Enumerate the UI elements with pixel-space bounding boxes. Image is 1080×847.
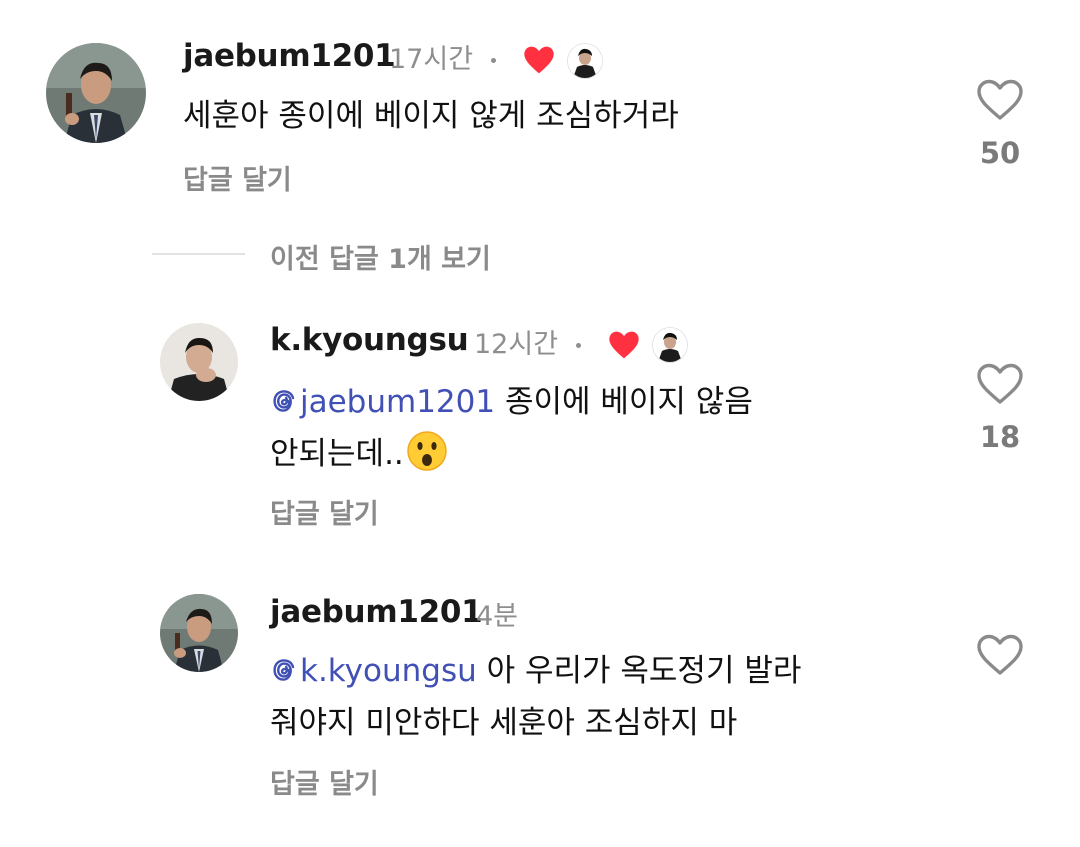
creator-avatar (652, 327, 688, 363)
like-count: 18 (979, 420, 1021, 454)
thread-divider (152, 253, 245, 255)
reply-text-line-2: 줘야지 미안하다 세훈아 조심하지 마 (270, 697, 737, 749)
avatar[interactable] (160, 323, 238, 401)
reply-username[interactable]: k.kyoungsu (270, 322, 469, 358)
reply-text: 줘야지 미안하다 세훈아 조심하지 마 (270, 705, 738, 741)
reply-timestamp: 4분 (476, 601, 519, 632)
creator-liked-heart-icon (609, 331, 639, 359)
reply-button[interactable]: 답글 달기 (270, 492, 379, 531)
reply-button[interactable]: 답글 달기 (270, 762, 379, 801)
mention-link[interactable]: jaebum1201 (270, 384, 495, 420)
reply-username[interactable]: jaebum1201 (270, 594, 483, 630)
comment-username[interactable]: jaebum1201 (183, 38, 396, 74)
comment-timestamp: 17시간 (389, 44, 474, 75)
reply-text: 종이에 베이지 않음 (504, 384, 753, 420)
mention-username: k.kyoungsu (300, 653, 477, 689)
like-count: 50 (979, 136, 1021, 170)
comment-text: 세훈아 종이에 베이지 않게 조심하거라 (183, 98, 679, 134)
separator-dot (491, 58, 496, 63)
reply-text-line-2: 안되는데.. (270, 428, 448, 480)
hushed-face-emoji-icon (407, 431, 447, 471)
mention-username: jaebum1201 (300, 384, 496, 420)
reply-text-line-1: k.kyoungsu 아 우리가 옥도정기 발라 (270, 645, 801, 697)
reply-text: 아 우리가 옥도정기 발라 (486, 653, 802, 689)
like-heart-icon[interactable] (976, 78, 1024, 122)
avatar[interactable] (160, 594, 238, 672)
creator-liked-heart-icon (524, 46, 554, 74)
view-previous-replies-button[interactable]: 이전 답글 1개 보기 (270, 237, 491, 276)
like-heart-icon[interactable] (976, 633, 1024, 677)
reply-timestamp: 12시간 (474, 329, 559, 360)
threads-at-icon (273, 659, 295, 681)
avatar[interactable] (46, 43, 146, 143)
creator-avatar (567, 43, 603, 79)
reply-text-line-1: jaebum1201 종이에 베이지 않음 (270, 376, 753, 428)
threads-at-icon (273, 390, 295, 412)
reply-text: 안되는데.. (270, 436, 404, 472)
reply-button[interactable]: 답글 달기 (183, 158, 292, 197)
mention-link[interactable]: k.kyoungsu (270, 653, 477, 689)
separator-dot (576, 343, 581, 348)
like-heart-icon[interactable] (976, 362, 1024, 406)
